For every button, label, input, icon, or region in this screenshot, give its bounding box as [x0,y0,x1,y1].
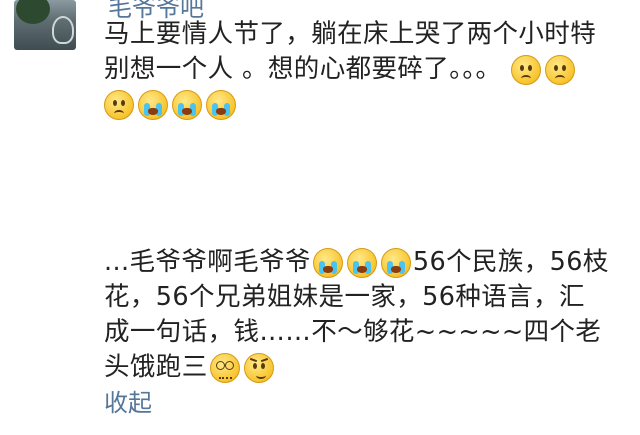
comment-text-segment: 头饿跑三 [104,352,208,382]
comment-line: 成一句话，钱……不～够花~~~~~四个老 [104,315,624,350]
avatar-tree-shape [16,0,50,24]
sad-face-icon [104,89,134,120]
comment-line: 马上要情人节了，躺在床上哭了两个小时特 [104,17,624,52]
comment-line: 头饿跑三 [104,350,624,385]
comment-text-segment: ...毛爷爷啊毛爷爷 [104,247,311,277]
comment-text-segment: 花，56个兄弟姐妹是一家，56种语言，汇 [104,282,585,312]
comment-text-segment: 成一句话，钱……不～够花~~~~~四个老 [104,317,602,347]
comment-text: ...毛爷爷啊毛爷爷 56个民族，56枝 花，56个兄弟姐妹是一家，56种语言，… [104,245,624,385]
crying-face-icon [312,247,343,278]
avatar-figure-shape [52,16,74,44]
crying-face-icon [172,89,202,120]
sad-face-icon [511,54,542,85]
avatar[interactable] [14,0,76,50]
crying-face-icon [206,89,236,120]
sad-face-icon [545,54,576,85]
comment-text-segment: 别想一个人 。想的心都要碎了。。。 [104,54,502,84]
crying-face-icon [138,89,168,120]
collapse-button[interactable]: 收起 [104,383,152,418]
comment-text-segment: 马上要情人节了，躺在床上哭了两个小时特 [104,19,597,49]
comment-line [104,87,624,122]
smirk-face-icon [243,352,274,383]
comment-text-segment: 56个民族，56枝 [412,247,609,277]
crying-face-icon [346,247,377,278]
comment-line: 别想一个人 。想的心都要碎了。。。 [104,52,624,87]
comment-line: 花，56个兄弟姐妹是一家，56种语言，汇 [104,280,624,315]
comment-line: ...毛爷爷啊毛爷爷 56个民族，56枝 [104,245,624,280]
crying-face-icon [380,247,411,278]
comment-text: 马上要情人节了，躺在床上哭了两个小时特 别想一个人 。想的心都要碎了。。。 [104,17,624,122]
dizzy-face-icon [209,352,240,383]
